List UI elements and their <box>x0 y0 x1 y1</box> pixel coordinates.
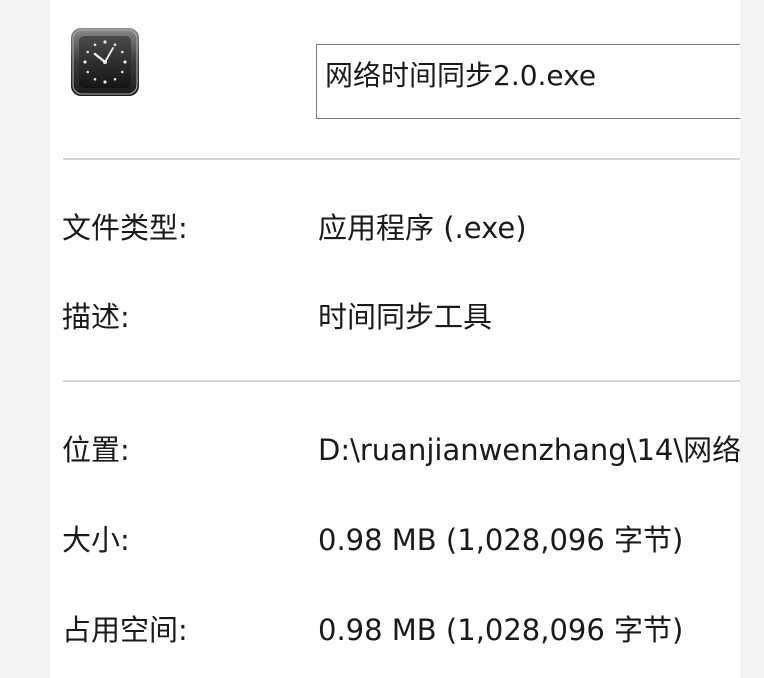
file-type-label: 文件类型: <box>62 211 188 245</box>
file-type-value: 应用程序 (.exe) <box>318 211 527 245</box>
filename-input[interactable] <box>325 56 740 92</box>
location-label: 位置: <box>62 433 130 467</box>
properties-panel: 文件类型: 应用程序 (.exe) 描述: 时间同步工具 位置: D:\ruan… <box>50 0 740 678</box>
size-on-disk-value: 0.98 MB (1,028,096 字节) <box>318 613 684 647</box>
size-label: 大小: <box>62 523 130 557</box>
divider <box>63 158 740 160</box>
description-value: 时间同步工具 <box>318 300 493 334</box>
divider <box>63 380 740 382</box>
size-on-disk-label: 占用空间: <box>62 613 188 647</box>
clock-app-icon <box>69 26 141 98</box>
description-label: 描述: <box>62 300 130 334</box>
size-value: 0.98 MB (1,028,096 字节) <box>318 523 684 557</box>
filename-field[interactable] <box>316 44 740 119</box>
location-value[interactable]: D:\ruanjianwenzhang\14\网络时间同步 <box>318 430 740 470</box>
